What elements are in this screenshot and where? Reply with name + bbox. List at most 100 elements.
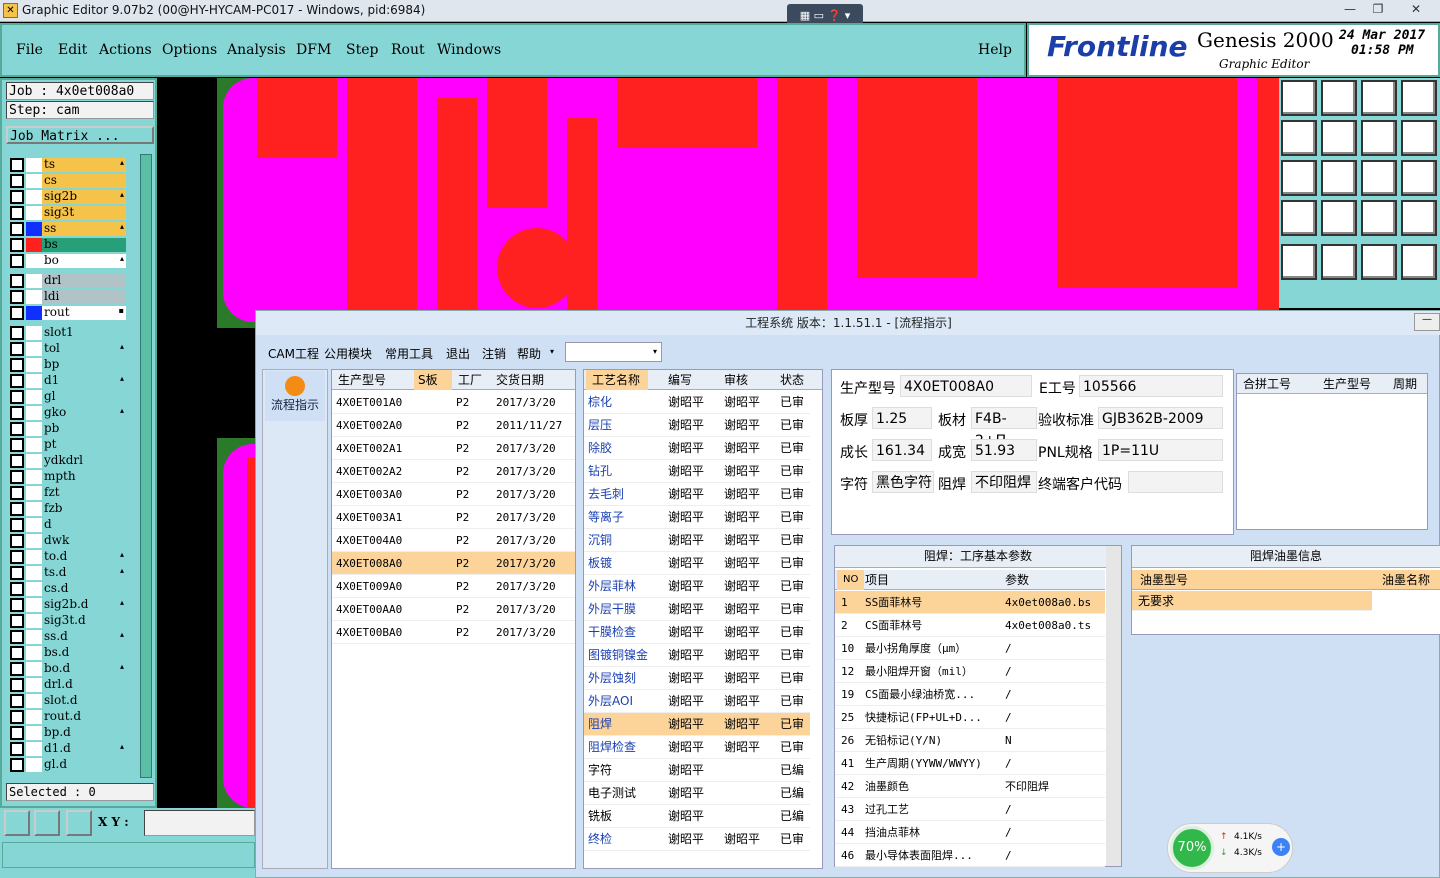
process-row[interactable]: 电子测试 谢昭平 已编 [584, 782, 810, 805]
layer-row[interactable]: pb [10, 422, 126, 436]
param-row[interactable]: 25 快捷标记(FP+UL+D... / [835, 706, 1105, 729]
layer-color-swatch[interactable] [26, 614, 42, 628]
layer-color-swatch[interactable] [26, 374, 42, 388]
pnl-field[interactable]: 1P=11U [1098, 439, 1223, 461]
layer-name[interactable]: d1 [42, 374, 126, 388]
layer-checkbox[interactable] [10, 390, 24, 404]
layer-name[interactable]: cs [42, 174, 126, 188]
layer-color-swatch[interactable] [26, 390, 42, 404]
param-row[interactable]: 41 生产周期(YYWW/WWYY) / [835, 752, 1105, 775]
layer-color-swatch[interactable] [26, 222, 42, 236]
menu-step[interactable]: Step [346, 42, 378, 58]
job-row[interactable]: 4X0ET00BA0 P2 2017/3/20 [332, 621, 575, 644]
layer-row[interactable]: ts ▴ [10, 158, 126, 172]
layer-color-swatch[interactable] [26, 646, 42, 660]
param-row[interactable]: 1 SS面菲林号 4x0et008a0.bs [835, 591, 1105, 614]
layer-color-swatch[interactable] [26, 598, 42, 612]
tool-button[interactable] [1401, 80, 1437, 116]
layer-checkbox[interactable] [10, 742, 24, 756]
layer-name[interactable]: rout [42, 306, 126, 320]
layer-color-swatch[interactable] [26, 158, 42, 172]
layer-checkbox[interactable] [10, 502, 24, 516]
layer-checkbox[interactable] [10, 518, 24, 532]
layer-name[interactable]: d1.d [42, 742, 126, 756]
layer-row[interactable]: mpth [10, 470, 126, 484]
layer-row[interactable]: sig2b ▴ [10, 190, 126, 204]
layer-name[interactable]: tol [42, 342, 126, 356]
dmenu-logout[interactable]: 注销 [482, 345, 506, 362]
layer-row[interactable]: drl.d [10, 678, 126, 692]
job-matrix-button[interactable]: Job Matrix ... [6, 126, 154, 144]
process-row[interactable]: 层压 谢昭平 谢昭平 已审 [584, 414, 810, 437]
layer-name[interactable]: pt [42, 438, 126, 452]
layer-checkbox[interactable] [10, 222, 24, 236]
param-row[interactable]: 19 CS面最小绿油桥宽... / [835, 683, 1105, 706]
param-row[interactable]: 46 最小导体表面阻焊... / [835, 844, 1105, 867]
layer-name[interactable]: ss [42, 222, 126, 236]
layer-checkbox[interactable] [10, 678, 24, 692]
dmenu-tools[interactable]: 常用工具 [385, 345, 433, 362]
layer-checkbox[interactable] [10, 190, 24, 204]
tool-button[interactable] [1281, 244, 1317, 280]
job-row[interactable]: 4X0ET001A0 P2 2017/3/20 [332, 391, 575, 414]
layer-name[interactable]: d [42, 518, 126, 532]
wid-field[interactable]: 51.93 [971, 439, 1037, 461]
layer-checkbox[interactable] [10, 550, 24, 564]
layer-name[interactable]: gl [42, 390, 126, 404]
tool-button[interactable] [1281, 200, 1317, 236]
layer-row[interactable]: drl [10, 274, 126, 288]
dialog-minimize[interactable]: — [1414, 313, 1440, 331]
layer-row[interactable]: fzb [10, 502, 126, 516]
select-tool-icon[interactable] [4, 810, 30, 836]
layer-checkbox[interactable] [10, 662, 24, 676]
layer-row[interactable]: slot.d [10, 694, 126, 708]
layer-checkbox[interactable] [10, 406, 24, 420]
layer-checkbox[interactable] [10, 454, 24, 468]
layer-checkbox[interactable] [10, 290, 24, 304]
job-row[interactable]: 4X0ET002A1 P2 2017/3/20 [332, 437, 575, 460]
layer-name[interactable]: ydkdrl [42, 454, 126, 468]
layer-row[interactable]: d1 ▴ [10, 374, 126, 388]
process-row[interactable]: 棕化 谢昭平 谢昭平 已审 [584, 391, 810, 414]
layer-name[interactable]: cs.d [42, 582, 126, 596]
dmenu-public[interactable]: 公用模块 [324, 345, 372, 362]
layer-color-swatch[interactable] [26, 726, 42, 740]
tool-button[interactable] [1321, 244, 1357, 280]
layer-row[interactable]: gl.d [10, 758, 126, 772]
layer-row[interactable]: slot1 [10, 326, 126, 340]
layer-color-swatch[interactable] [26, 422, 42, 436]
layer-name[interactable]: drl [42, 274, 126, 288]
process-row[interactable]: 字符 谢昭平 已编 [584, 759, 810, 782]
process-row[interactable]: 阻焊检查 谢昭平 谢昭平 已审 [584, 736, 810, 759]
tool-button[interactable] [1361, 160, 1397, 196]
layer-color-swatch[interactable] [26, 758, 42, 772]
layer-color-swatch[interactable] [26, 710, 42, 724]
layer-row[interactable]: to.d ▴ [10, 550, 126, 564]
flow-button[interactable]: 流程指示 [265, 371, 325, 421]
param-row[interactable]: 10 最小拐角厚度（μm） / [835, 637, 1105, 660]
layer-checkbox[interactable] [10, 598, 24, 612]
process-col-header[interactable]: 审核 [724, 370, 748, 390]
thick-field[interactable]: 1.25 [872, 407, 932, 429]
layer-checkbox[interactable] [10, 174, 24, 188]
layer-row[interactable]: gko ▴ [10, 406, 126, 420]
params-scrollbar[interactable] [1106, 546, 1121, 866]
layer-name[interactable]: fzb [42, 502, 126, 516]
layer-name[interactable]: ts.d [42, 566, 126, 580]
layer-checkbox[interactable] [10, 438, 24, 452]
job-row[interactable]: 4X0ET002A2 P2 2017/3/20 [332, 460, 575, 483]
param-row[interactable]: 12 最小阻焊开窗（mil） / [835, 660, 1105, 683]
layer-checkbox[interactable] [10, 158, 24, 172]
tool-button[interactable] [1321, 80, 1357, 116]
tool-button[interactable] [1401, 160, 1437, 196]
layer-name[interactable]: sig3t.d [42, 614, 126, 628]
layer-name[interactable]: gko [42, 406, 126, 420]
process-row[interactable]: 外层干膜 谢昭平 谢昭平 已审 [584, 598, 810, 621]
layer-checkbox[interactable] [10, 534, 24, 548]
tool-button[interactable] [1401, 200, 1437, 236]
process-row[interactable]: 沉铜 谢昭平 谢昭平 已审 [584, 529, 810, 552]
layer-color-swatch[interactable] [26, 190, 42, 204]
layer-color-swatch[interactable] [26, 342, 42, 356]
layer-name[interactable]: bs.d [42, 646, 126, 660]
job-row[interactable]: 4X0ET004A0 P2 2017/3/20 [332, 529, 575, 552]
